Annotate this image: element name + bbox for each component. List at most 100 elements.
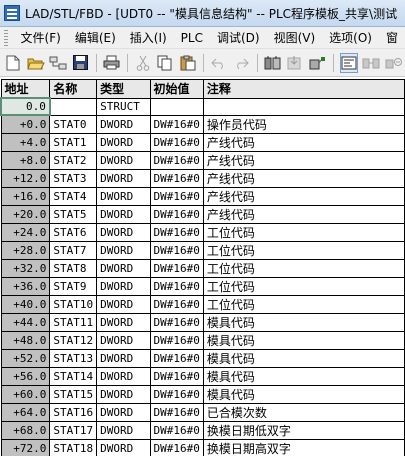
comment-cell[interactable]: 模具代码 [202,348,405,368]
header-type[interactable]: 类型 [96,79,151,99]
name-cell[interactable]: STAT14 [49,366,98,386]
type-cell[interactable]: DWORD [96,150,151,170]
save-icon[interactable] [71,53,89,73]
menubar-grip[interactable] [4,29,8,46]
address-cell[interactable]: +16.0 [0,186,51,206]
network-icon[interactable] [49,53,67,73]
type-cell[interactable]: DWORD [96,348,151,368]
address-cell[interactable]: +0.0 [0,114,51,134]
header-comment[interactable]: 注释 [202,79,405,99]
table-row[interactable]: +44.0 STAT11 DWORD DW#16#0 模具代码 [0,312,405,332]
menu-options[interactable]: 选项(O) [322,29,379,46]
initial-value-cell[interactable]: DW#16#0 [149,204,204,224]
initial-value-cell[interactable]: DW#16#0 [149,348,204,368]
table-row[interactable]: +8.0 STAT2 DWORD DW#16#0 产线代码 [0,150,405,170]
menu-edit[interactable]: 编辑(E) [68,29,123,46]
initial-value-cell[interactable]: DW#16#0 [149,402,204,422]
name-cell[interactable]: STAT1 [49,132,98,152]
initial-value-cell[interactable]: DW#16#0 [149,366,204,386]
comment-cell[interactable]: 工位代码 [202,222,405,242]
comment-cell[interactable]: 产线代码 [202,204,405,224]
initial-value-cell[interactable]: DW#16#0 [149,330,204,350]
online-icon[interactable] [362,53,380,73]
name-cell[interactable]: STAT2 [49,150,98,170]
address-cell[interactable]: +12.0 [0,168,51,188]
address-cell[interactable]: +56.0 [0,366,51,386]
name-cell[interactable]: STAT16 [49,402,98,422]
force-icon[interactable] [385,53,403,73]
table-row[interactable]: +16.0 STAT4 DWORD DW#16#0 产线代码 [0,186,405,206]
load-icon[interactable] [264,53,282,73]
new-icon[interactable] [4,53,22,73]
menu-window[interactable]: 窗 [379,29,405,46]
name-cell[interactable]: STAT10 [49,294,98,314]
type-cell[interactable]: DWORD [96,366,151,386]
copy-icon[interactable] [156,53,174,73]
name-cell[interactable]: STAT8 [49,258,98,278]
address-cell[interactable]: +72.0 [0,438,51,456]
type-cell[interactable]: DWORD [96,222,151,242]
print-icon[interactable] [102,53,120,73]
table-row[interactable]: +12.0 STAT3 DWORD DW#16#0 产线代码 [0,168,405,188]
initial-value-cell[interactable]: DW#16#0 [149,438,204,456]
initial-value-cell[interactable] [149,97,204,116]
name-cell[interactable]: STAT6 [49,222,98,242]
initial-value-cell[interactable]: DW#16#0 [149,312,204,332]
comment-cell[interactable]: 换模日期低双字 [202,420,405,440]
table-row[interactable]: +60.0 STAT15 DWORD DW#16#0 模具代码 [0,384,405,404]
initial-value-cell[interactable]: DW#16#0 [149,168,204,188]
menu-insert[interactable]: 插入(I) [123,29,174,46]
monitor-icon[interactable] [308,53,326,73]
type-cell[interactable]: DWORD [96,330,151,350]
address-cell[interactable]: +64.0 [0,402,51,422]
table-row[interactable]: +56.0 STAT14 DWORD DW#16#0 模具代码 [0,366,405,386]
address-cell[interactable]: +20.0 [0,204,51,224]
initial-value-cell[interactable]: DW#16#0 [149,222,204,242]
name-cell[interactable]: STAT15 [49,384,98,404]
table-row[interactable]: +40.0 STAT10 DWORD DW#16#0 工位代码 [0,294,405,314]
paste-icon[interactable] [179,53,197,73]
initial-value-cell[interactable]: DW#16#0 [149,384,204,404]
type-cell[interactable]: DWORD [96,384,151,404]
address-cell[interactable]: +24.0 [0,222,51,242]
type-cell[interactable]: STRUCT [96,97,151,116]
comment-cell[interactable]: 工位代码 [202,294,405,314]
comment-cell[interactable]: 模具代码 [202,330,405,350]
table-row[interactable]: +20.0 STAT5 DWORD DW#16#0 产线代码 [0,204,405,224]
type-cell[interactable]: DWORD [96,258,151,278]
comment-cell[interactable]: 模具代码 [202,366,405,386]
header-address[interactable]: 地址 [0,79,51,99]
header-name[interactable]: 名称 [49,79,98,99]
comment-cell[interactable]: 操作员代码 [202,114,405,134]
name-cell[interactable] [49,97,98,116]
table-row[interactable]: +64.0 STAT16 DWORD DW#16#0 已合模次数 [0,402,405,422]
table-row[interactable]: +28.0 STAT7 DWORD DW#16#0 工位代码 [0,240,405,260]
load-disabled-icon[interactable] [286,53,304,73]
comment-cell[interactable]: 模具代码 [202,312,405,332]
address-cell[interactable]: +36.0 [0,276,51,296]
address-cell[interactable]: +8.0 [0,150,51,170]
comment-cell[interactable]: 已合模次数 [202,402,405,422]
name-cell[interactable]: STAT13 [49,348,98,368]
menu-plc[interactable]: PLC [174,31,210,45]
initial-value-cell[interactable]: DW#16#0 [149,294,204,314]
comment-cell[interactable]: 产线代码 [202,150,405,170]
table-row[interactable]: +4.0 STAT1 DWORD DW#16#0 产线代码 [0,132,405,152]
address-cell[interactable]: +68.0 [0,420,51,440]
type-cell[interactable]: DWORD [96,276,151,296]
initial-value-cell[interactable]: DW#16#0 [149,186,204,206]
redo-icon[interactable] [232,53,250,73]
comment-cell[interactable]: 工位代码 [202,276,405,296]
table-row[interactable]: 0.0 STRUCT [0,97,405,116]
address-cell[interactable]: +32.0 [0,258,51,278]
comment-cell[interactable]: 工位代码 [202,258,405,278]
address-cell[interactable]: 0.0 [0,97,51,116]
header-initial-value[interactable]: 初始值 [149,79,204,99]
table-row[interactable]: +36.0 STAT9 DWORD DW#16#0 工位代码 [0,276,405,296]
name-cell[interactable]: STAT17 [49,420,98,440]
name-cell[interactable]: STAT3 [49,168,98,188]
type-cell[interactable]: DWORD [96,186,151,206]
type-cell[interactable]: DWORD [96,312,151,332]
name-cell[interactable]: STAT7 [49,240,98,260]
initial-value-cell[interactable]: DW#16#0 [149,132,204,152]
